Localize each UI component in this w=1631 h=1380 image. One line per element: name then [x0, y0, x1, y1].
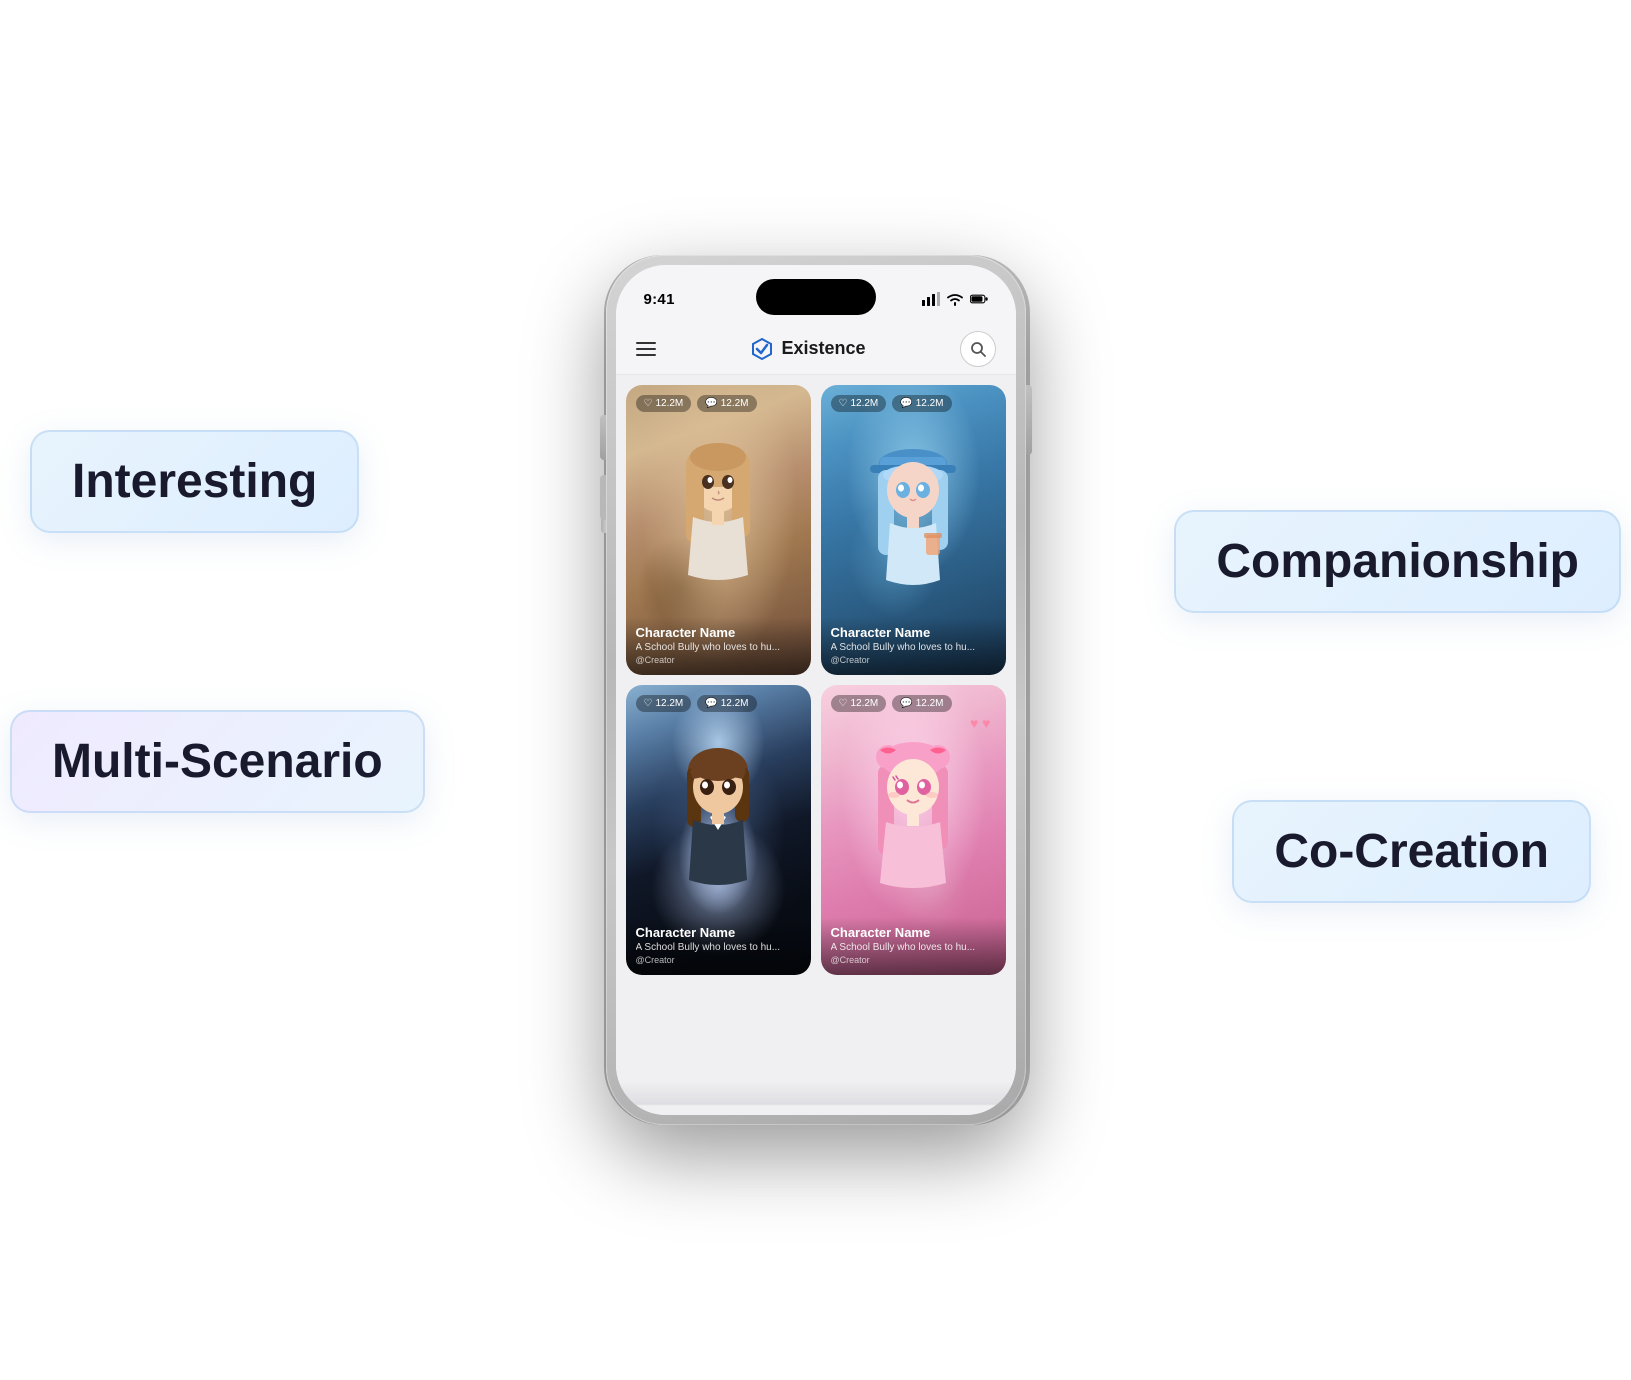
card-2-name: Character Name — [831, 625, 996, 640]
battery-icon — [970, 292, 988, 306]
card-4-name: Character Name — [831, 925, 996, 940]
card-4-comments: 💬 12.2M — [892, 695, 951, 712]
badge-cocreation: Co-Creation — [1232, 800, 1591, 903]
status-time: 9:41 — [644, 291, 675, 308]
badge-companionship: Companionship — [1174, 510, 1621, 613]
app-logo: Existence — [749, 336, 865, 362]
logo-icon — [749, 336, 775, 362]
app-content: ♡ 12.2M 💬 12.2M Character Name A — [616, 375, 1016, 1115]
card-4-desc: A School Bully who loves to hu... — [831, 942, 996, 953]
card-1-desc: A School Bully who loves to hu... — [636, 642, 801, 653]
card-2-comments: 💬 12.2M — [892, 395, 951, 412]
menu-line-1 — [636, 342, 656, 344]
menu-button[interactable] — [636, 342, 656, 356]
dynamic-island — [756, 279, 876, 315]
menu-line-2 — [636, 348, 656, 350]
phone-reflection — [616, 1081, 1016, 1105]
character-card-2[interactable]: ♡ 12.2M 💬 12.2M Character Name A — [821, 385, 1006, 675]
heart-decoration: ♥ ♥ — [970, 715, 991, 731]
character-card-4[interactable]: ♥ ♥ — [821, 685, 1006, 975]
card-3-info: Character Name A School Bully who loves … — [626, 917, 811, 975]
card-3-comments: 💬 12.2M — [697, 695, 756, 712]
character-2-figure — [858, 435, 968, 620]
card-3-likes: ♡ 12.2M — [636, 695, 692, 712]
card-3-desc: A School Bully who loves to hu... — [636, 942, 801, 953]
badge-cocreation-text: Co-Creation — [1274, 825, 1549, 878]
card-2-stats: ♡ 12.2M 💬 12.2M — [831, 395, 952, 412]
badge-interesting-text: Interesting — [72, 455, 317, 508]
card-4-creator: @Creator — [831, 955, 996, 965]
wifi-icon — [946, 292, 964, 306]
badge-interesting: Interesting — [30, 430, 359, 533]
search-button[interactable] — [960, 331, 996, 367]
status-icons — [922, 292, 988, 306]
card-4-stats: ♡ 12.2M 💬 12.2M — [831, 695, 952, 712]
cards-grid: ♡ 12.2M 💬 12.2M Character Name A — [616, 375, 1016, 985]
card-2-desc: A School Bully who loves to hu... — [831, 642, 996, 653]
card-2-likes: ♡ 12.2M — [831, 395, 887, 412]
menu-line-3 — [636, 354, 656, 356]
app-header: Existence — [616, 323, 1016, 375]
card-1-likes: ♡ 12.2M — [636, 395, 692, 412]
search-icon — [970, 341, 986, 357]
character-4-figure — [858, 735, 968, 920]
card-1-stats: ♡ 12.2M 💬 12.2M — [636, 395, 757, 412]
card-2-creator: @Creator — [831, 655, 996, 665]
card-1-name: Character Name — [636, 625, 801, 640]
card-4-info: Character Name A School Bully who loves … — [821, 917, 1006, 975]
signal-icon — [922, 292, 940, 306]
phone-mockup: 9:41 — [606, 255, 1026, 1125]
badge-companionship-text: Companionship — [1216, 535, 1579, 588]
card-1-info: Character Name A School Bully who loves … — [626, 617, 811, 675]
character-card-1[interactable]: ♡ 12.2M 💬 12.2M Character Name A — [626, 385, 811, 675]
character-1-figure — [663, 435, 773, 620]
card-1-comments: 💬 12.2M — [697, 395, 756, 412]
character-card-3[interactable]: ♡ 12.2M 💬 12.2M Character Name A — [626, 685, 811, 975]
character-3-figure — [663, 735, 773, 920]
card-3-name: Character Name — [636, 925, 801, 940]
card-4-likes: ♡ 12.2M — [831, 695, 887, 712]
badge-multiscenario: Multi-Scenario — [10, 710, 425, 813]
phone-screen: 9:41 — [616, 265, 1016, 1115]
scene: Interesting Companionship Multi-Scenario… — [0, 0, 1631, 1380]
card-3-stats: ♡ 12.2M 💬 12.2M — [636, 695, 757, 712]
card-2-info: Character Name A School Bully who loves … — [821, 617, 1006, 675]
app-title: Existence — [781, 338, 865, 359]
badge-multiscenario-text: Multi-Scenario — [52, 735, 383, 788]
card-1-creator: @Creator — [636, 655, 801, 665]
phone-body: 9:41 — [606, 255, 1026, 1125]
volume-button — [601, 495, 606, 533]
card-3-creator: @Creator — [636, 955, 801, 965]
